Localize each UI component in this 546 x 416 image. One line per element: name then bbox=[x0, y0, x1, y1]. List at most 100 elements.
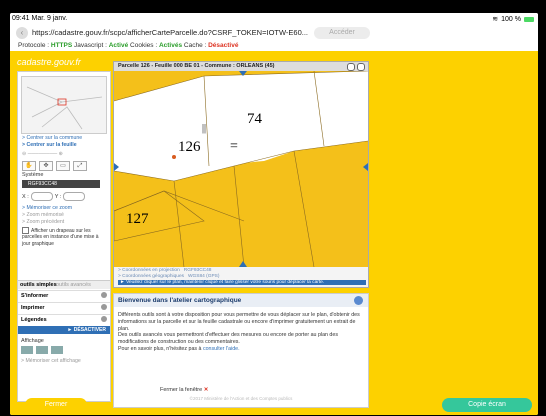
zoom-slider[interactable]: ⊖ ──────── ⊕ bbox=[22, 151, 63, 157]
back-icon[interactable]: ‹ bbox=[16, 27, 28, 39]
javascript-label: Javascript : bbox=[74, 42, 107, 49]
toggle-icon bbox=[101, 304, 107, 310]
zoom-memorise-link[interactable]: > Zoom mémorisé bbox=[22, 212, 64, 218]
copie-ecran-button[interactable]: Copie écran bbox=[442, 398, 532, 412]
welcome-text: Différents outils sont à votre dispositi… bbox=[118, 312, 362, 353]
accordion-imprimer[interactable]: Imprimer bbox=[18, 302, 110, 312]
protocol-label: Protocole : bbox=[18, 42, 50, 49]
map-window: Parcelle 126 - Feuille 000 BE 01 - Commu… bbox=[113, 61, 369, 288]
zoom-precedent-link[interactable]: > Zoom précédent bbox=[22, 219, 64, 225]
affichage-label: Affichage bbox=[21, 338, 44, 344]
drapeau-option[interactable]: Afficher un drapeau sur les parcelles en… bbox=[22, 227, 106, 247]
maximize-icon[interactable] bbox=[357, 63, 365, 71]
fullscreen-icon[interactable]: ⤢ bbox=[73, 161, 87, 171]
move-icon[interactable]: ✥ bbox=[39, 161, 53, 171]
access-button[interactable]: Accéder bbox=[314, 27, 370, 39]
informer-label: S'informer bbox=[21, 293, 49, 299]
drapeau-checkbox[interactable] bbox=[22, 227, 29, 234]
toggle-icon bbox=[101, 292, 107, 298]
fermer-button[interactable]: Fermer bbox=[25, 398, 87, 412]
protocol-value: HTTPS bbox=[50, 42, 73, 49]
systeme-select[interactable]: RGF93CC48 bbox=[22, 180, 100, 188]
affichage-buttons bbox=[21, 346, 63, 354]
parallel-mark: || bbox=[202, 123, 207, 134]
drapeau-label: Afficher un drapeau sur les parcelles en… bbox=[22, 227, 99, 247]
cache-label: Cache : bbox=[183, 42, 207, 49]
desactiver-button[interactable]: ► DÉSACTIVER bbox=[18, 326, 110, 334]
y-input[interactable] bbox=[63, 192, 86, 201]
center-feuille-link[interactable]: > Centrer sur la feuille bbox=[22, 142, 77, 148]
tools-panel: outils simples outils avancés S'informer… bbox=[17, 280, 111, 402]
ministry-footer: ©2017 Ministère de l'Action et des Compt… bbox=[189, 396, 293, 401]
overview-map[interactable] bbox=[21, 76, 107, 134]
battery-icon bbox=[524, 16, 534, 22]
protocol-line: Protocole : HTTPS Javascript : Activé Co… bbox=[18, 42, 238, 49]
coord-proj-value: RGF93CC48 bbox=[183, 268, 212, 273]
status-date: Mar. 9 janv. bbox=[31, 15, 68, 22]
accordion-informer[interactable]: S'informer bbox=[18, 290, 110, 300]
center-commune-link[interactable]: > Centrer sur la commune bbox=[22, 135, 82, 141]
memoriser-zoom-link[interactable]: > Mémoriser ce zoom bbox=[22, 205, 72, 211]
minimize-icon[interactable] bbox=[347, 63, 355, 71]
map-tools: ✋ ✥ ▭ ⤢ bbox=[22, 161, 87, 171]
close-icon: ✕ bbox=[203, 387, 209, 393]
parcel-plan bbox=[114, 71, 368, 267]
imprimer-label: Imprimer bbox=[21, 305, 45, 311]
welcome-title-text: Bienvenue dans l'atelier cartographique bbox=[118, 297, 242, 304]
x-input[interactable] bbox=[30, 192, 53, 201]
help-link[interactable]: consulter l'aide. bbox=[203, 346, 240, 352]
url-bar: ‹ https://cadastre.gouv.fr/scpc/afficher… bbox=[10, 25, 538, 41]
overview-map-lines bbox=[26, 86, 103, 130]
map-controls bbox=[347, 63, 365, 71]
equal-mark: = bbox=[230, 139, 238, 154]
coord-proj-label: > Coordonnées en projection bbox=[118, 268, 180, 273]
parcel-number-74: 74 bbox=[247, 111, 262, 127]
hand-icon[interactable]: ✋ bbox=[22, 161, 36, 171]
status-time: 09:41 bbox=[12, 15, 30, 22]
legendes-label: Légendes bbox=[21, 317, 47, 323]
url-text[interactable]: https://cadastre.gouv.fr/scpc/afficherCa… bbox=[32, 28, 308, 37]
wifi-icon: ≋ bbox=[492, 16, 499, 23]
close-window-label: Fermer la fenêtre bbox=[160, 387, 203, 393]
ipad-screen: 09:41 Mar. 9 janv. ≋ 100 % ‹ https://cada… bbox=[10, 13, 538, 415]
site-logo[interactable]: cadastre.gouv.fr bbox=[17, 57, 81, 67]
zoom-box-icon[interactable]: ▭ bbox=[56, 161, 70, 171]
welcome-box: Bienvenue dans l'atelier cartographique … bbox=[113, 293, 369, 408]
parcel-number-127: 127 bbox=[126, 211, 149, 227]
coordinate-inputs: X : Y : bbox=[22, 192, 86, 201]
map-hint: ► Veuillez cliquer sur le plan, mainteni… bbox=[118, 280, 366, 285]
map-footer: > Coordonnées en projection RGF93CC48 > … bbox=[114, 267, 368, 287]
x-label: X : bbox=[22, 193, 29, 200]
cache-value: Désactivé bbox=[208, 42, 239, 49]
layer-mixed-icon[interactable] bbox=[51, 346, 63, 354]
parcel-number-126: 126 bbox=[178, 139, 201, 155]
layer-plan-icon[interactable] bbox=[21, 346, 33, 354]
coord-proj[interactable]: > Coordonnées en projection RGF93CC48 bbox=[118, 268, 211, 273]
coord-geo-value: WGS84 (GPS) bbox=[188, 274, 220, 279]
cookies-value: Activés bbox=[158, 42, 183, 49]
toggle-icon bbox=[101, 316, 107, 322]
welcome-title: Bienvenue dans l'atelier cartographique bbox=[114, 294, 368, 307]
device-frame: 09:41 Mar. 9 janv. ≋ 100 % ‹ https://cada… bbox=[0, 0, 546, 416]
map-title-text: Parcelle 126 - Feuille 000 BE 01 - Commu… bbox=[118, 63, 275, 69]
javascript-value: Activé bbox=[108, 42, 129, 49]
tab-outils-simples[interactable]: outils simples bbox=[20, 282, 57, 288]
accordion-legendes[interactable]: Légendes bbox=[18, 314, 110, 324]
tab-outils-avances[interactable]: outils avancés bbox=[56, 282, 91, 288]
cookies-label: Cookies : bbox=[130, 42, 158, 49]
tools-icon bbox=[354, 296, 363, 305]
memoriser-affichage-link[interactable]: > Mémoriser cet affichage bbox=[21, 358, 81, 364]
welcome-p2: Des outils avancés vous permettront d'ef… bbox=[118, 332, 338, 346]
page-content: cadastre.gouv.fr > Centrer sur la commun… bbox=[10, 51, 538, 415]
close-window-link[interactable]: Fermer la fenêtre ✕ bbox=[160, 387, 208, 393]
map-canvas[interactable]: 74 126 127 || = bbox=[114, 71, 368, 267]
coord-geo[interactable]: > Coordonnées géographiques WGS84 (GPS) bbox=[118, 274, 219, 279]
welcome-p1: Différents outils sont à votre dispositi… bbox=[118, 312, 360, 332]
battery-label: 100 % bbox=[501, 15, 521, 23]
layer-photo-icon[interactable] bbox=[36, 346, 48, 354]
welcome-p3-prefix: Pour en savoir plus, n'hésitez pas à bbox=[118, 345, 203, 352]
systeme-label: Système bbox=[22, 172, 44, 178]
map-title: Parcelle 126 - Feuille 000 BE 01 - Commu… bbox=[114, 62, 368, 71]
tools-tabs: outils simples outils avancés bbox=[18, 281, 110, 289]
desactiver-label: DÉSACTIVER bbox=[73, 327, 106, 333]
